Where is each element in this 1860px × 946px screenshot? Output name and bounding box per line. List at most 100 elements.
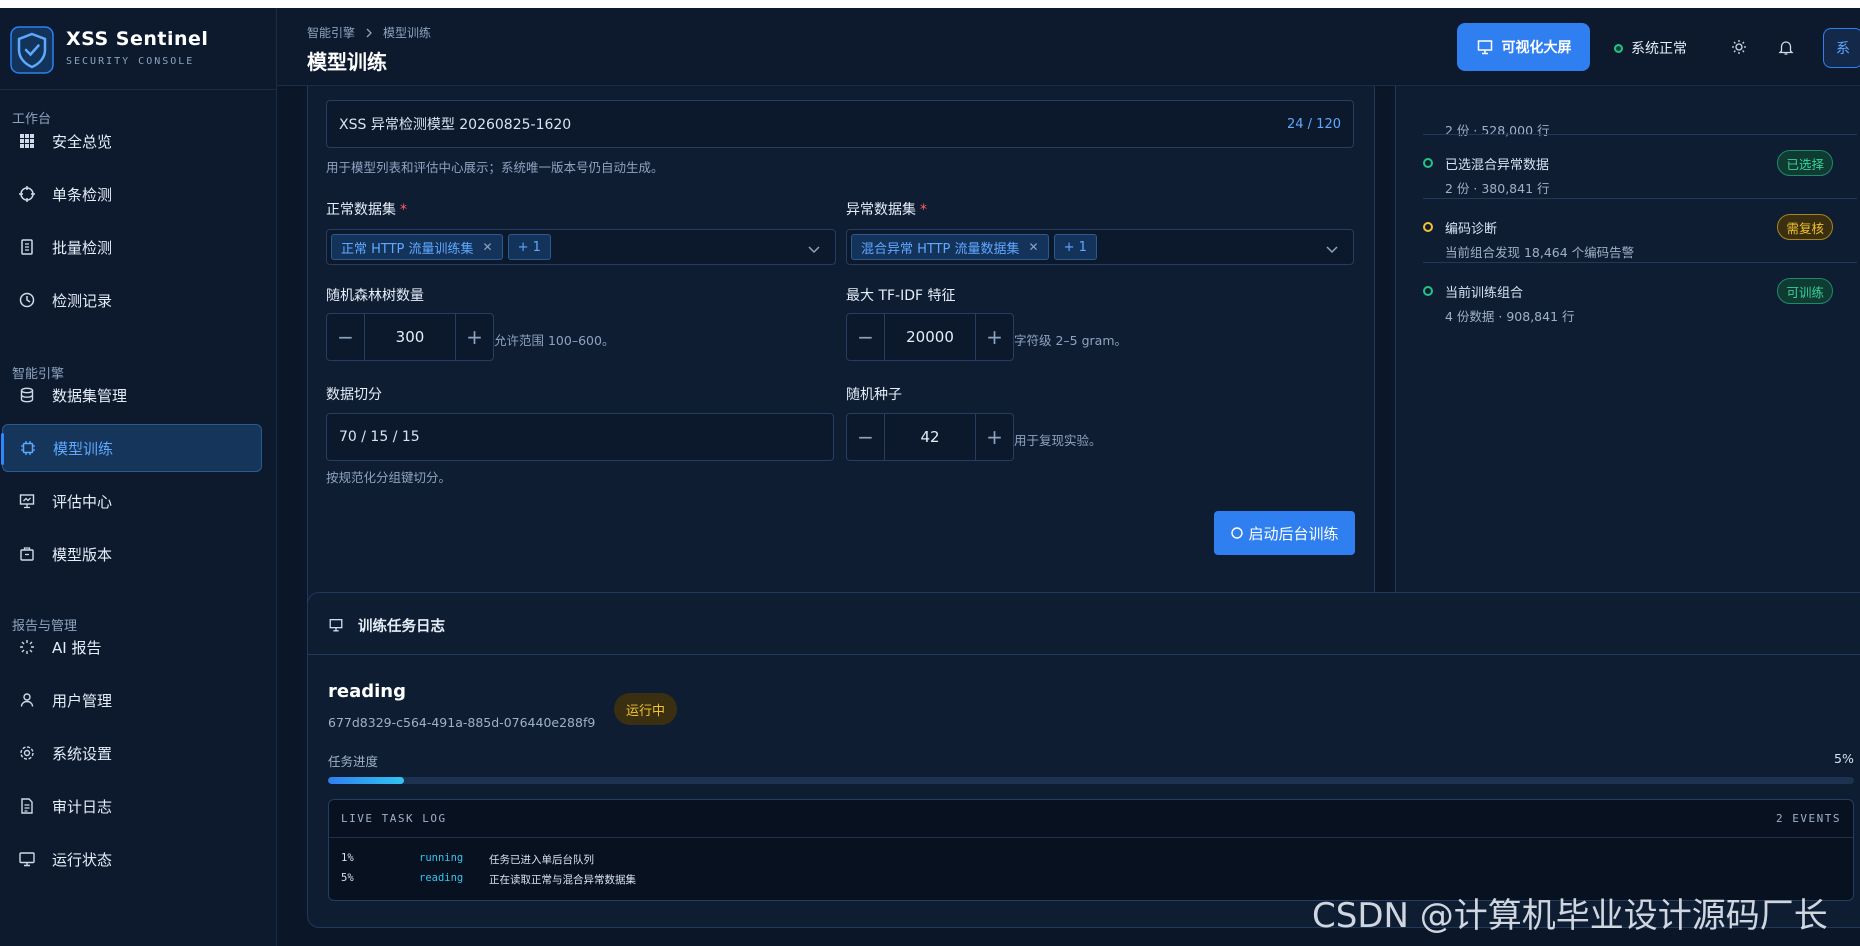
target-icon: [19, 186, 35, 202]
presentation-icon: [1477, 40, 1492, 55]
avatar[interactable]: 系: [1823, 28, 1860, 68]
system-status: 系统正常: [1614, 38, 1687, 58]
sidebar-item-label: 用户管理: [52, 691, 113, 710]
sidebar-item-label: 安全总览: [52, 132, 113, 151]
plus-icon[interactable]: +: [976, 414, 1013, 460]
tfidf-value[interactable]: 20000: [884, 314, 976, 360]
seed-stepper[interactable]: − 42 +: [846, 413, 1014, 461]
console-title: LIVE TASK LOG: [341, 812, 447, 825]
database-icon: [20, 387, 34, 403]
divider: [1423, 134, 1857, 135]
summary-row-sub: 2 份 · 528,000 行: [1445, 123, 1550, 138]
model-name-input[interactable]: XSS 异常检测模型 20260825-1620 24 / 120: [326, 100, 1354, 148]
live-task-log[interactable]: LIVE TASK LOG 2 EVENTS 1% running 任务已进入单…: [328, 799, 1854, 901]
sidebar-item-settings[interactable]: 系统设置: [2, 729, 262, 777]
sidebar-item-eval-center[interactable]: 评估中心: [2, 477, 262, 525]
tfidf-label: 最大 TF-IDF 特征: [846, 288, 956, 304]
gear-icon: [20, 746, 34, 760]
sidebar-item-label: 单条检测: [52, 185, 113, 204]
progress-percent: 5%: [1834, 751, 1854, 766]
presentation-icon: [19, 494, 35, 509]
sidebar-item-datasets[interactable]: 数据集管理: [2, 371, 262, 419]
plus-icon[interactable]: +: [976, 314, 1013, 360]
sidebar: XSS Sentinel SECURITY CONSOLE 工作台 安全总览 单…: [0, 8, 277, 946]
tfidf-hint: 字符级 2–5 gram。: [1014, 333, 1128, 348]
summary-row-title: 已选混合异常数据: [1445, 158, 1550, 173]
brand: XSS Sentinel SECURITY CONSOLE: [0, 8, 277, 90]
sidebar-item-detect-records[interactable]: 检测记录: [2, 276, 262, 324]
file-text-icon: [21, 798, 33, 814]
watermark: CSDN @计算机毕业设计源码厂长: [1312, 896, 1828, 936]
start-training-button[interactable]: 启动后台训练: [1214, 511, 1355, 555]
sidebar-item-single-detect[interactable]: 单条检测: [2, 170, 262, 218]
sidebar-item-label: 审计日志: [52, 797, 113, 816]
sidebar-item-label: 模型训练: [53, 439, 114, 458]
trees-value[interactable]: 300: [364, 314, 456, 360]
seed-label: 随机种子: [846, 387, 902, 403]
progress-label: 任务进度: [328, 754, 379, 769]
sidebar-item-label: 检测记录: [52, 291, 113, 310]
sidebar-item-users[interactable]: 用户管理: [2, 676, 262, 724]
sidebar-item-label: 系统设置: [52, 744, 113, 763]
sidebar-item-audit-log[interactable]: 审计日志: [2, 782, 262, 830]
log-card-title: 训练任务日志: [358, 619, 445, 635]
abnormal-dataset-select[interactable]: 混合异常 HTTP 流量数据集 ✕ + 1: [846, 229, 1354, 265]
log-line-stage: running: [419, 852, 464, 864]
summary-row-sub: 4 份数据 · 908,841 行: [1445, 309, 1575, 324]
trees-stepper[interactable]: − 300 +: [326, 313, 494, 361]
header: 智能引擎 模型训练 模型训练 可视化大屏 系统正常 系: [277, 8, 1860, 86]
log-line-stage: reading: [419, 872, 464, 884]
log-line-percent: 1%: [341, 852, 354, 864]
abnormal-dataset-label: 异常数据集 *: [846, 202, 927, 218]
presentation-icon: [329, 619, 343, 632]
monitor-icon: [19, 852, 35, 867]
bell-icon[interactable]: [1777, 38, 1795, 56]
sidebar-item-runtime-status[interactable]: 运行状态: [2, 835, 262, 883]
sidebar-item-model-training[interactable]: 模型训练: [1, 424, 262, 472]
minus-icon[interactable]: −: [327, 314, 364, 360]
abnormal-dataset-tag: 混合异常 HTTP 流量数据集 ✕: [851, 234, 1049, 260]
seed-value[interactable]: 42: [884, 414, 976, 460]
sidebar-item-label: 批量检测: [52, 238, 113, 257]
sun-icon[interactable]: [1730, 38, 1748, 56]
normal-dataset-select[interactable]: 正常 HTTP 流量训练集 ✕ + 1: [326, 229, 836, 265]
training-config-card: XSS 异常检测模型 20260825-1620 24 / 120 用于模型列表…: [307, 86, 1375, 656]
normal-dataset-label: 正常数据集 *: [326, 202, 407, 218]
visual-screen-button[interactable]: 可视化大屏: [1457, 23, 1590, 71]
console-event-count: 2 EVENTS: [1776, 812, 1841, 825]
status-dot-icon: [1423, 222, 1433, 232]
training-log-card: 训练任务日志 reading 677d8329-c564-491a-885d-0…: [307, 592, 1860, 928]
chevron-down-icon: [808, 246, 820, 254]
top-strip: [0, 0, 1860, 8]
breadcrumb-item[interactable]: 智能引擎: [307, 24, 355, 41]
sidebar-item-ai-report[interactable]: AI 报告: [2, 623, 262, 671]
plus-icon[interactable]: +: [456, 314, 493, 360]
user-icon: [20, 693, 34, 707]
split-input[interactable]: 70 / 15 / 15: [326, 413, 834, 461]
close-icon[interactable]: ✕: [483, 240, 493, 254]
sidebar-item-overview[interactable]: 安全总览: [2, 117, 262, 165]
tfidf-stepper[interactable]: − 20000 +: [846, 313, 1014, 361]
cpu-icon: [21, 441, 35, 455]
log-line: 1% running 任务已进入单后台队列: [341, 852, 594, 867]
sidebar-item-label: 模型版本: [52, 545, 113, 564]
close-icon[interactable]: ✕: [1029, 240, 1039, 254]
minus-icon[interactable]: −: [847, 314, 884, 360]
cpu-icon: [1231, 527, 1244, 539]
minus-icon[interactable]: −: [847, 414, 884, 460]
status-badge: 需复核: [1777, 214, 1833, 240]
sidebar-item-label: 运行状态: [52, 850, 113, 869]
sparkle-icon: [20, 640, 34, 654]
seed-hint: 用于复现实验。: [1014, 433, 1102, 448]
task-id: 677d8329-c564-491a-885d-076440e288f9: [328, 715, 596, 730]
sidebar-item-model-versions[interactable]: 模型版本: [2, 530, 262, 578]
log-line: 5% reading 正在读取正常与混合异常数据集: [341, 872, 636, 887]
summary-row-title: 当前训练组合: [1445, 286, 1524, 301]
sidebar-item-batch-detect[interactable]: 批量检测: [2, 223, 262, 271]
progress-bar: [328, 777, 1854, 784]
split-value: 70 / 15 / 15: [339, 429, 420, 445]
grid-icon: [20, 134, 34, 148]
package-icon: [20, 547, 34, 561]
status-dot-icon: [1614, 43, 1623, 53]
log-line-percent: 5%: [341, 872, 354, 884]
